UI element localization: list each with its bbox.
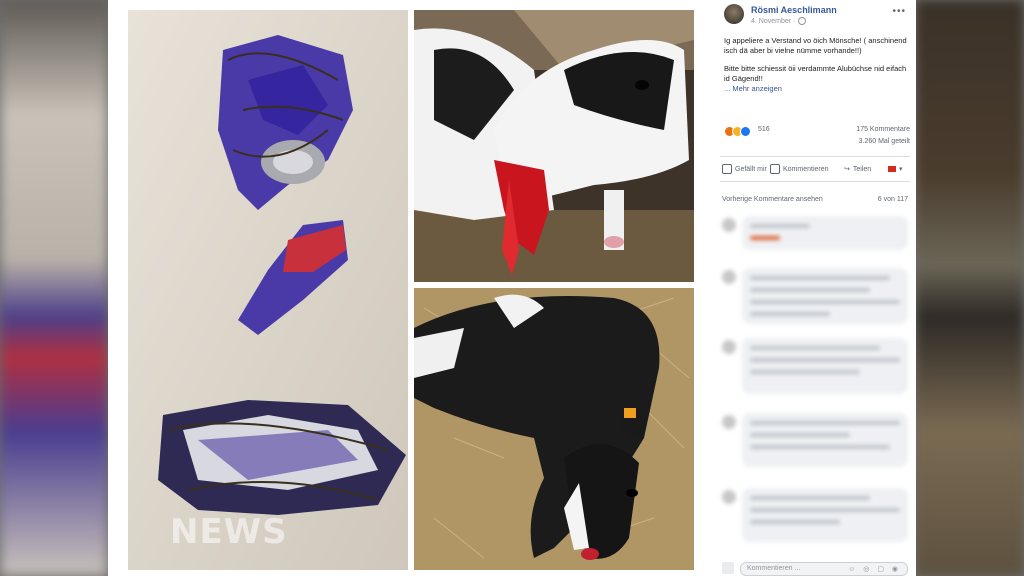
comment-line	[750, 312, 830, 316]
view-previous-comments-link[interactable]: Vorherige Kommentare ansehen	[722, 196, 823, 203]
share-icon: ↪	[844, 165, 850, 173]
globe-icon	[798, 17, 807, 25]
photo-crushed-cans[interactable]	[128, 10, 408, 570]
list-item	[720, 488, 910, 548]
post-paragraph: Bitte bitte schiessit öii verdammte Alub…	[724, 64, 910, 94]
comment-line	[750, 520, 840, 524]
blurred-background-right	[916, 0, 1024, 576]
like-label: Gefällt mir	[735, 165, 767, 173]
comment-bubble	[742, 216, 908, 250]
comment-line	[750, 224, 810, 228]
see-more-link[interactable]: ... Mehr anzeigen	[724, 84, 782, 93]
comment-label: Kommentieren	[783, 165, 829, 173]
avatar	[722, 218, 736, 232]
comment-button[interactable]: Kommentieren	[770, 161, 840, 177]
avatar	[722, 340, 736, 354]
comment-line	[750, 445, 890, 449]
comment-input[interactable]: Kommentieren ... ☺ ◎ ▢ ◉	[740, 562, 908, 576]
comment-line	[750, 370, 860, 374]
post-paragraph: Ig appeliere a Verstand vo öich Mönsche!…	[724, 36, 907, 55]
share-label: Teilen	[852, 165, 872, 173]
author-avatar[interactable]	[724, 4, 744, 24]
reactions-summary: 516 175 Kommentare 3.260 Mal geteilt	[724, 126, 910, 152]
comment-line	[750, 508, 900, 512]
list-item	[720, 413, 910, 473]
blurred-comments-list	[720, 208, 912, 556]
list-item	[720, 268, 910, 328]
comment-line	[750, 346, 880, 350]
avatar	[722, 270, 736, 284]
post-text: Ig appeliere a Verstand vo öich Mönsche!…	[724, 36, 910, 102]
comment-line	[750, 288, 870, 292]
audience-selector[interactable]: ▾	[888, 161, 908, 177]
post-sidebar: Rösmi Aeschlimann 4. November · ••• Ig a…	[716, 0, 916, 576]
reaction-count[interactable]: 516	[758, 126, 770, 133]
comments-pagination-count: 6 von 117	[877, 196, 908, 203]
list-item	[720, 216, 910, 256]
comment-input-placeholder: Kommentieren ...	[747, 565, 801, 572]
comment-line	[750, 433, 850, 437]
blurred-background-left	[0, 0, 108, 576]
avatar	[722, 562, 734, 574]
chevron-down-icon: ▾	[899, 165, 903, 173]
avatar	[722, 490, 736, 504]
author-name[interactable]: Rösmi Aeschlimann	[751, 5, 837, 15]
post-date-text[interactable]: 4. November ·	[751, 18, 795, 25]
news-watermark-logo: NEWS	[170, 512, 288, 552]
reaction-icons[interactable]	[724, 126, 751, 137]
comment-line	[750, 358, 900, 362]
post-paragraph-text: Bitte bitte schiessit öii verdammte Alub…	[724, 64, 907, 83]
comment-composer: Kommentieren ... ☺ ◎ ▢ ◉	[720, 558, 912, 576]
post-header: Rösmi Aeschlimann 4. November · •••	[724, 4, 910, 26]
comment-count[interactable]: 175 Kommentare	[856, 126, 910, 133]
share-count[interactable]: 3.260 Mal geteilt	[859, 138, 910, 145]
comment-line	[750, 276, 890, 280]
photo-injured-cow[interactable]	[414, 10, 694, 282]
like-button[interactable]: Gefällt mir	[722, 161, 772, 177]
comment-line	[750, 300, 900, 304]
comment-line	[750, 236, 780, 240]
avatar	[722, 415, 736, 429]
comment-line	[750, 421, 900, 425]
flag-icon	[888, 166, 896, 172]
thumbs-up-icon	[722, 164, 732, 174]
comment-icon	[770, 164, 780, 174]
previous-comments-row: Vorherige Kommentare ansehen 6 von 117	[722, 196, 912, 203]
share-button[interactable]: ↪ Teilen	[844, 161, 884, 177]
more-dots-icon[interactable]: •••	[892, 6, 906, 17]
list-item	[720, 338, 910, 398]
comment-line	[750, 496, 870, 500]
post-actions: Gefällt mir Kommentieren ↪ Teilen ▾	[720, 156, 910, 182]
photo-dead-calf[interactable]	[414, 288, 694, 570]
post-date[interactable]: 4. November ·	[751, 17, 807, 25]
emoji-icon[interactable]: ☺ ◎ ▢ ◉	[848, 565, 901, 573]
like-icon	[740, 126, 751, 137]
